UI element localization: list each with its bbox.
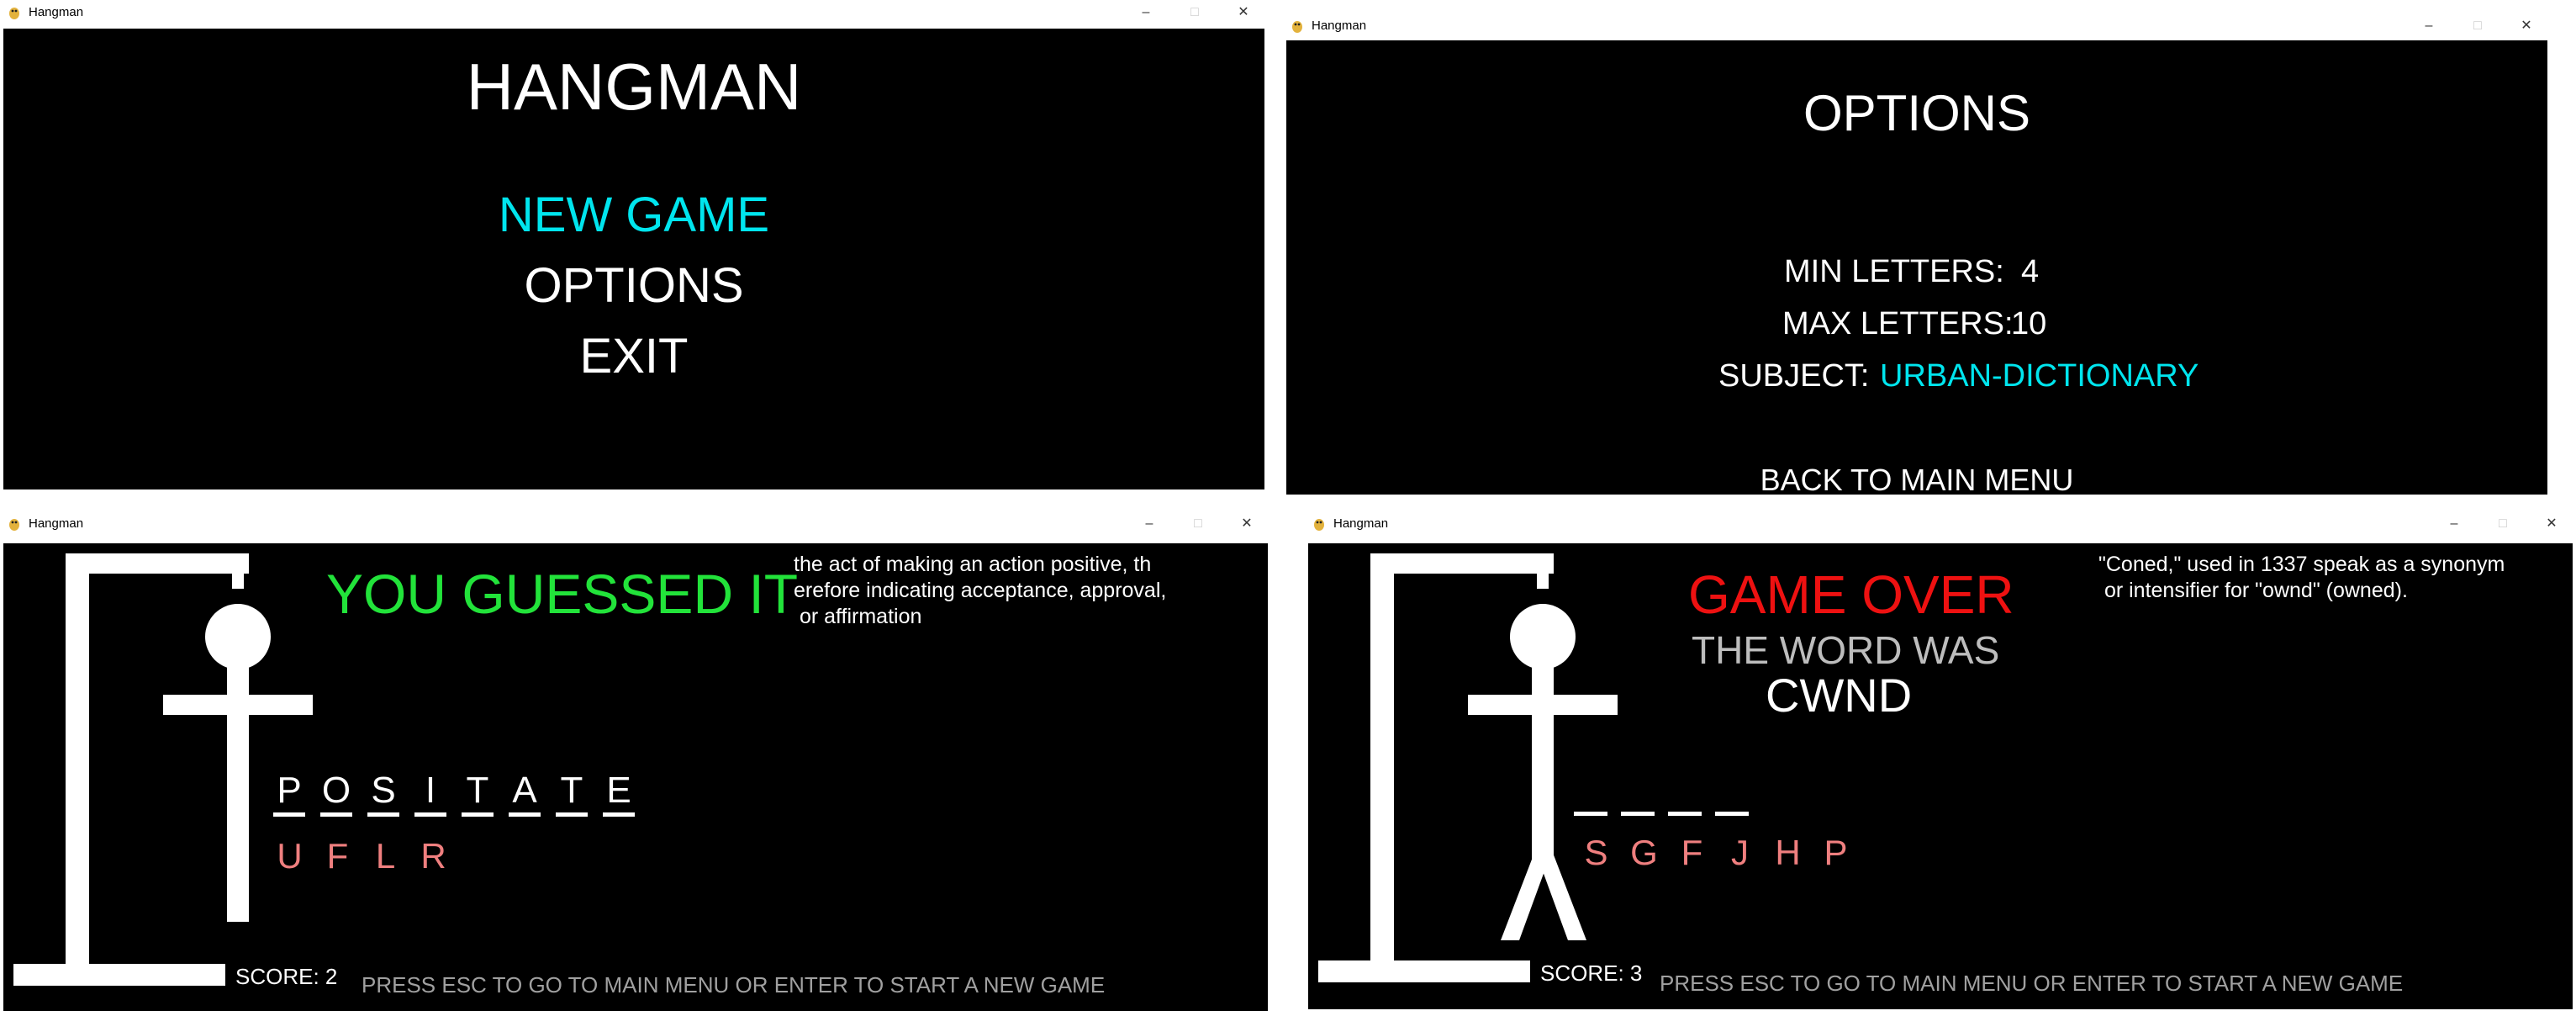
- figure-arms: [163, 695, 313, 715]
- figure-arms: [1468, 695, 1618, 715]
- wrong-letter: L: [375, 836, 396, 876]
- letter-blank: [1661, 765, 1708, 816]
- letter-blank: [1567, 765, 1614, 816]
- menu-window: Hangman – □ ✕ HANGMAN NEW GAME OPTIONS E…: [0, 0, 1268, 496]
- window-title: Hangman: [1333, 516, 1389, 531]
- wrong-letter: F: [326, 836, 349, 876]
- subject-label: SUBJECT:: [1718, 358, 1870, 394]
- maximize-button[interactable]: □: [2478, 511, 2527, 537]
- window-title: Hangman: [29, 516, 84, 531]
- max-letters-value[interactable]: 10: [2011, 306, 2046, 342]
- revealed-word: CWND: [1766, 669, 1913, 722]
- figure-head: [1510, 604, 1576, 669]
- word-definition: "Coned," used in 1337 speak as a synonym…: [2098, 553, 2505, 602]
- wrong-letter: P: [1824, 833, 1848, 872]
- window-title: Hangman: [1312, 19, 1367, 33]
- footer-instructions: PRESS ESC TO GO TO MAIN MENU OR ENTER TO…: [1660, 971, 2404, 996]
- gallows-beam: [66, 553, 249, 574]
- score: SCORE: 3: [1540, 960, 1643, 986]
- menu-item-exit[interactable]: EXIT: [3, 328, 1264, 384]
- title-bar[interactable]: Hangman – □ ✕: [0, 0, 1268, 25]
- gallows-post: [66, 553, 89, 974]
- result-message: GAME OVER: [1688, 564, 2014, 625]
- close-button[interactable]: ✕: [1222, 511, 1271, 537]
- minimize-button[interactable]: –: [2404, 13, 2453, 39]
- letter-slot: S: [360, 770, 407, 817]
- title-bar[interactable]: Hangman – □ ✕: [1305, 511, 2576, 537]
- game-canvas[interactable]: YOU GUESSED IT the act of making an acti…: [3, 543, 1268, 1011]
- min-letters-value[interactable]: 4: [2021, 254, 2039, 290]
- wrong-letter: J: [1731, 833, 1749, 872]
- footer-instructions: PRESS ESC TO GO TO MAIN MENU OR ENTER TO…: [362, 972, 1106, 997]
- word-definition: the act of making an action positive, th…: [794, 553, 1167, 628]
- maximize-button[interactable]: □: [2453, 13, 2502, 39]
- subject-value[interactable]: URBAN-DICTIONARY: [1880, 358, 2199, 394]
- result-message: YOU GUESSED IT: [326, 563, 799, 625]
- wrong-letters: U F L R: [266, 836, 457, 876]
- game-title: HANGMAN: [466, 50, 802, 124]
- menu-item-new-game[interactable]: NEW GAME: [3, 187, 1264, 243]
- back-to-main-menu[interactable]: BACK TO MAIN MENU: [1286, 463, 2547, 495]
- lose-window: Hangman – □ ✕ GAME OVER THE WORD WAS CWN…: [1305, 511, 2576, 1009]
- gallows-post: [1370, 553, 1394, 971]
- letter-slot: A: [501, 770, 548, 817]
- close-button[interactable]: ✕: [2527, 511, 2576, 537]
- gallows-beam: [1370, 553, 1554, 574]
- close-button[interactable]: ✕: [1219, 0, 1268, 25]
- title-bar[interactable]: Hangman – □ ✕: [0, 511, 1271, 537]
- gallows-rope: [232, 553, 244, 589]
- pygame-snake-icon: [1292, 21, 1302, 33]
- letter-slot: O: [313, 770, 360, 817]
- figure-head: [205, 604, 271, 669]
- min-letters-label: MIN LETTERS:: [1784, 254, 2004, 289]
- wrong-letters: S G F J H P: [1572, 833, 1860, 873]
- minimize-button[interactable]: –: [1122, 0, 1170, 25]
- max-letters-label: MAX LETTERS:: [1782, 306, 2014, 341]
- maximize-button[interactable]: □: [1170, 0, 1219, 25]
- minimize-button[interactable]: –: [2430, 511, 2478, 537]
- wrong-letter: S: [1584, 833, 1608, 872]
- wrong-letter: H: [1775, 833, 1801, 872]
- maximize-button[interactable]: □: [1174, 511, 1222, 537]
- options-title: OPTIONS: [1803, 85, 2031, 141]
- gallows-rope: [1537, 553, 1549, 589]
- letter-slot: P: [266, 770, 313, 817]
- title-bar[interactable]: Hangman – □ ✕: [1283, 13, 2551, 39]
- close-button[interactable]: ✕: [2502, 13, 2551, 39]
- game-canvas[interactable]: GAME OVER THE WORD WAS CWND "Coned," use…: [1308, 543, 2573, 1009]
- wrong-letter: R: [420, 836, 446, 876]
- game-canvas[interactable]: OPTIONS MIN LETTERS: 4 MAX LETTERS: 10 S…: [1286, 40, 2547, 495]
- letter-slot: E: [595, 770, 642, 817]
- word-was-label: THE WORD WAS: [1692, 628, 2000, 672]
- letter-blank: [1614, 765, 1661, 816]
- letter-slot: T: [454, 770, 501, 817]
- letter-slot: T: [548, 770, 595, 817]
- figure-torso: [1532, 661, 1554, 863]
- gallows-base: [1318, 960, 1530, 982]
- gallows-base: [13, 964, 225, 986]
- score: SCORE: 2: [235, 964, 338, 989]
- word-letters: P O S I T A T E: [266, 770, 642, 817]
- minimize-button[interactable]: –: [1125, 511, 1174, 537]
- menu-item-options[interactable]: OPTIONS: [3, 257, 1264, 314]
- pygame-snake-icon: [9, 8, 19, 19]
- word-blanks: [1567, 765, 1755, 816]
- wrong-letter: G: [1630, 833, 1658, 872]
- pygame-snake-icon: [9, 519, 19, 531]
- wrong-letter: F: [1681, 833, 1703, 872]
- wrong-letter: U: [277, 836, 303, 876]
- letter-slot: I: [407, 770, 454, 817]
- options-window: Hangman – □ ✕ OPTIONS MIN LETTERS: 4 MAX…: [1283, 13, 2551, 495]
- letter-blank: [1708, 765, 1755, 816]
- pygame-snake-icon: [1314, 519, 1324, 531]
- game-canvas[interactable]: HANGMAN NEW GAME OPTIONS EXIT: [3, 29, 1264, 489]
- win-window: Hangman – □ ✕ YOU GUESSED IT the act of …: [0, 511, 1271, 1014]
- window-title: Hangman: [29, 5, 84, 19]
